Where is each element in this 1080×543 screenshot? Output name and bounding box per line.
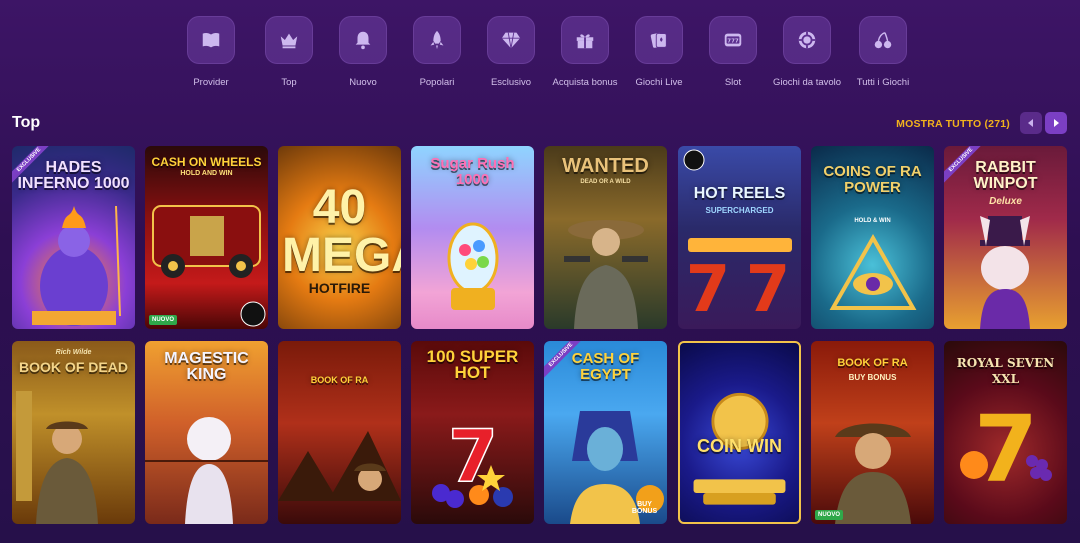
- category-all-games[interactable]: Tutti i Giochi: [846, 16, 920, 88]
- category-popular[interactable]: Popolari: [400, 16, 474, 88]
- game-title: BOOK OF DEAD: [19, 359, 128, 375]
- game-subtitle: BUY BONUS: [848, 373, 897, 382]
- game-card[interactable]: WANTED DEAD OR A WILD: [544, 146, 667, 329]
- book-icon: [187, 16, 235, 64]
- svg-text:777: 777: [727, 38, 739, 44]
- game-card[interactable]: COIN WIN: [678, 341, 801, 524]
- game-art: [278, 431, 401, 501]
- diamond-icon: [487, 16, 535, 64]
- game-card[interactable]: MAGESTIC KING: [145, 341, 268, 524]
- section-title: Top: [12, 114, 41, 131]
- category-top[interactable]: Top: [252, 16, 326, 88]
- game-card[interactable]: BOOK OF RA BUY BONUS NUOVO: [811, 341, 934, 524]
- category-label: Top: [281, 77, 297, 88]
- game-card[interactable]: 40 MEGA HOTFIRE: [278, 146, 401, 329]
- game-card[interactable]: EXCLUSIVE RABBIT WINPOT Deluxe: [944, 146, 1067, 329]
- game-subtitle: SUPERCHARGED: [705, 206, 774, 215]
- game-card[interactable]: CASH ON WHEELS HOLD AND WIN NUOVO: [145, 146, 268, 329]
- chevron-left-icon: [1028, 119, 1033, 127]
- game-subtitle: DEAD OR A WILD: [580, 179, 631, 185]
- game-art: [693, 392, 786, 505]
- game-card[interactable]: Rich Wilde BOOK OF DEAD: [12, 341, 135, 524]
- cherries-icon: [859, 16, 907, 64]
- new-badge: NUOVO: [815, 510, 844, 520]
- category-table-games[interactable]: Giochi da tavolo: [770, 16, 844, 88]
- new-badge: NUOVO: [149, 315, 178, 325]
- game-card[interactable]: 7 100 SUPER HOT: [411, 341, 534, 524]
- game-card[interactable]: 7 ROYAL SEVEN XXL: [944, 341, 1067, 524]
- svg-text:7: 7: [974, 396, 1038, 503]
- category-label: Nuovo: [349, 77, 377, 88]
- cards-icon: [635, 16, 683, 64]
- game-title: MAGESTIC KING: [164, 350, 249, 383]
- category-label: Popolari: [419, 77, 455, 88]
- game-title: BOOK OF RA: [837, 357, 908, 369]
- bell-icon: [339, 16, 387, 64]
- game-title: WANTED: [562, 155, 649, 177]
- category-exclusive[interactable]: Esclusivo: [474, 16, 548, 88]
- chevron-right-icon: [1054, 119, 1059, 127]
- category-live-games[interactable]: Giochi Live: [622, 16, 696, 88]
- game-card[interactable]: Sugar Rush 1000: [411, 146, 534, 329]
- game-title: HOT REELS: [693, 185, 786, 202]
- category-label: Esclusivo: [490, 77, 532, 88]
- game-subtitle: Deluxe: [989, 196, 1022, 207]
- svg-text:7: 7: [746, 253, 791, 327]
- svg-text:7: 7: [686, 253, 731, 327]
- game-card[interactable]: 7 7 HOT REELS SUPERCHARGED: [678, 146, 801, 329]
- carousel-next-button[interactable]: [1045, 112, 1067, 134]
- game-subtitle: BUY BONUS: [631, 501, 658, 515]
- game-title: BOOK OF RA: [310, 375, 369, 385]
- games-grid: EXCLUSIVE HADES INFERNO 1000 CASH ON WHE…: [12, 146, 1072, 526]
- game-title: RABBIT WINPOT: [973, 159, 1038, 192]
- category-buy-bonus[interactable]: Acquista bonus: [548, 16, 622, 88]
- game-card[interactable]: BOOK OF RA: [278, 341, 401, 524]
- show-all-link[interactable]: MOSTRA TUTTO (271): [896, 118, 1010, 130]
- game-subtitle: HOLD AND WIN: [180, 170, 233, 177]
- game-title: Sugar Rush 1000: [430, 155, 515, 188]
- chip-icon: [783, 16, 831, 64]
- category-slot[interactable]: 777 Slot: [696, 16, 770, 88]
- gift-icon: [561, 16, 609, 64]
- game-title: CASH ON WHEELS: [151, 155, 262, 169]
- game-title: COIN WIN: [697, 436, 782, 456]
- category-label: Giochi da tavolo: [772, 77, 842, 88]
- category-label: Slot: [724, 77, 742, 88]
- svg-text:7: 7: [448, 414, 498, 498]
- slot-777-icon: 777: [709, 16, 757, 64]
- game-card[interactable]: EXCLUSIVE CASH OF EGYPT BUY BONUS: [544, 341, 667, 524]
- game-subtitle: HOLD & WIN: [854, 218, 891, 224]
- game-subtitle: HOTFIRE: [308, 280, 371, 296]
- game-title: HADES INFERNO 1000: [17, 159, 130, 192]
- category-label: Provider: [193, 77, 229, 88]
- game-title: ROYAL SEVEN XXL: [956, 356, 1055, 386]
- category-nav: Provider Top Nuovo Popolari Esclusivo Ac…: [174, 16, 920, 96]
- game-card[interactable]: EXCLUSIVE HADES INFERNO 1000: [12, 146, 135, 329]
- category-label: Acquista bonus: [552, 77, 618, 88]
- game-art: 7 7: [683, 149, 792, 327]
- game-title: 100 SUPER HOT: [426, 347, 519, 382]
- carousel-prev-button[interactable]: [1020, 112, 1042, 134]
- game-title: COINS OF RA POWER: [823, 163, 922, 196]
- crown-icon: [265, 16, 313, 64]
- category-label: Giochi Live: [635, 77, 683, 88]
- rocket-icon: [413, 16, 461, 64]
- game-title: 40 MEGA: [282, 181, 401, 282]
- game-card[interactable]: COINS OF RA POWER HOLD & WIN: [811, 146, 934, 329]
- category-label: Tutti i Giochi: [856, 77, 910, 88]
- category-new[interactable]: Nuovo: [326, 16, 400, 88]
- game-subtitle: Rich Wilde: [55, 349, 92, 356]
- game-title: CASH OF EGYPT: [571, 350, 640, 383]
- category-provider[interactable]: Provider: [174, 16, 248, 88]
